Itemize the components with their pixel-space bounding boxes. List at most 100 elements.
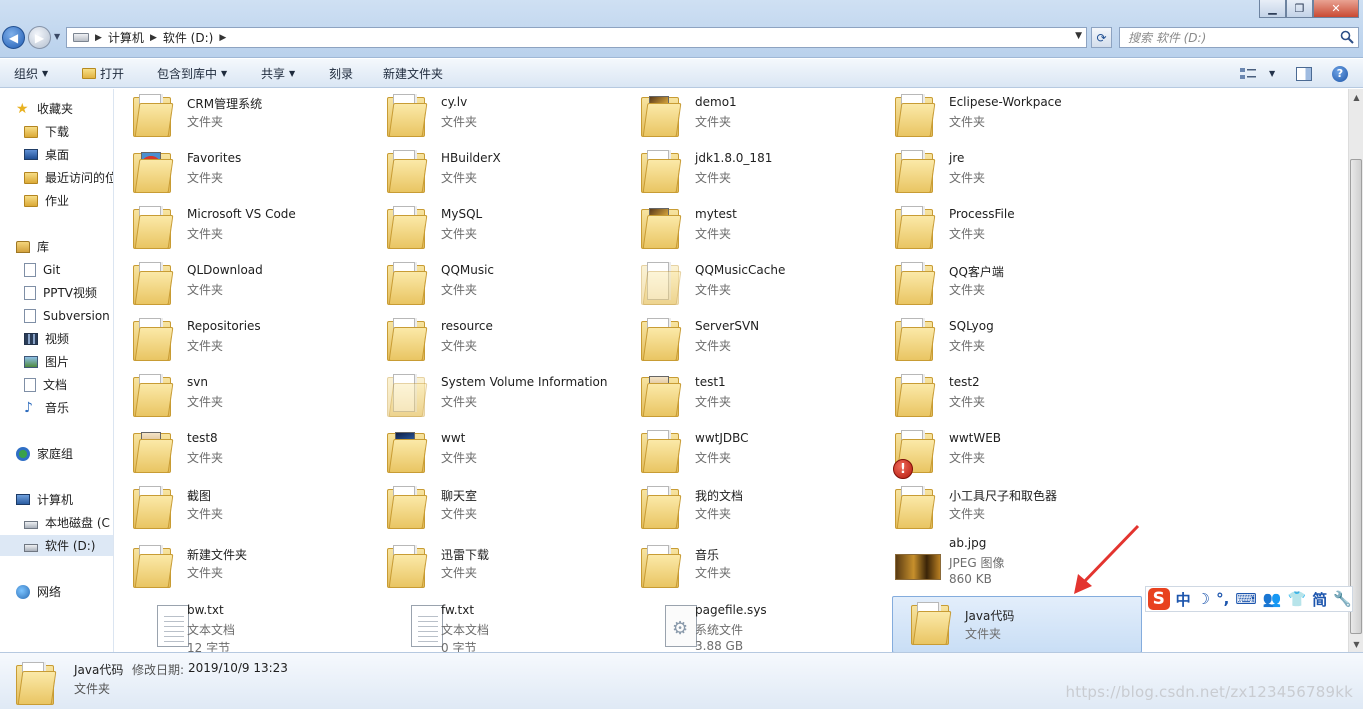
file-item[interactable]: HBuilderX 文件夹 — [369, 145, 619, 201]
organize-button[interactable]: 组织 ▼ — [14, 65, 48, 82]
sidebar-item[interactable]: 库 — [0, 236, 113, 257]
moon-icon[interactable]: ☽ — [1197, 590, 1210, 608]
file-item[interactable]: QQMusicCache 文件夹 — [623, 257, 873, 313]
file-type: JPEG 图像 — [949, 556, 1005, 570]
sidebar-item[interactable]: 本地磁盘 (C — [0, 512, 113, 533]
file-item[interactable]: ⚙ pagefile.sys 系统文件 3.88 GB — [623, 597, 873, 652]
users-icon[interactable]: 👥 — [1263, 590, 1282, 608]
new-folder-button[interactable]: 新建文件夹 — [383, 65, 443, 82]
breadcrumb-separator-icon[interactable]: ▶ — [150, 33, 157, 43]
history-dropdown-icon[interactable]: ▼ — [54, 32, 60, 41]
settings-wrench-icon[interactable]: 🔧 — [1333, 590, 1352, 608]
sidebar-item[interactable]: 文档 — [0, 374, 113, 395]
file-item[interactable]: test2 文件夹 — [877, 369, 1127, 425]
scroll-down-icon[interactable]: ▼ — [1349, 636, 1363, 652]
sidebar-item[interactable]: Subversion — [0, 305, 113, 326]
sidebar-item[interactable]: 最近访问的位 — [0, 167, 113, 188]
close-button[interactable]: ✕ — [1313, 0, 1359, 18]
sidebar-item[interactable]: 家庭组 — [0, 443, 113, 464]
file-item[interactable]: Java代码 文件夹 — [892, 596, 1142, 652]
file-item[interactable]: 截图 文件夹 — [115, 481, 365, 537]
file-item[interactable]: demo1 文件夹 — [623, 89, 873, 145]
change-view-button[interactable]: ▼ — [1240, 65, 1275, 82]
address-dropdown-icon[interactable]: ▼ — [1075, 31, 1082, 41]
sidebar-item[interactable]: 作业 — [0, 190, 113, 211]
sidebar-item[interactable]: Git — [0, 259, 113, 280]
file-name: svn — [187, 375, 208, 389]
file-item[interactable]: ProcessFile 文件夹 — [877, 201, 1127, 257]
vertical-scrollbar[interactable]: ▲ ▼ — [1348, 89, 1363, 652]
file-item[interactable]: Eclipese-Workpace 文件夹 — [877, 89, 1127, 145]
burn-button[interactable]: 刻录 — [329, 65, 353, 82]
help-button[interactable]: ? — [1332, 65, 1348, 82]
file-item[interactable]: 新建文件夹 文件夹 — [115, 540, 365, 596]
file-item[interactable]: Microsoft VS Code 文件夹 — [115, 201, 365, 257]
file-item[interactable]: jre 文件夹 — [877, 145, 1127, 201]
sidebar-item[interactable]: PPTV视频 — [0, 282, 113, 303]
sogou-logo-icon[interactable]: S — [1148, 588, 1170, 610]
scroll-thumb[interactable] — [1350, 159, 1362, 634]
maximize-button[interactable]: ❐ — [1286, 0, 1313, 18]
file-item[interactable]: ServerSVN 文件夹 — [623, 313, 873, 369]
file-item[interactable]: resource 文件夹 — [369, 313, 619, 369]
file-item[interactable]: 迅雷下载 文件夹 — [369, 540, 619, 596]
address-bar[interactable]: ▶ 计算机 ▶ 软件 (D:) ▶ ▼ — [66, 27, 1087, 48]
sidebar-item[interactable]: 下载 — [0, 121, 113, 142]
file-item[interactable]: wwt 文件夹 — [369, 425, 619, 481]
file-item[interactable]: 音乐 文件夹 — [623, 540, 873, 596]
breadcrumb-separator-icon[interactable]: ▶ — [219, 33, 226, 43]
chinese-mode-icon[interactable]: 中 — [1176, 589, 1191, 610]
file-item[interactable]: 我的文档 文件夹 — [623, 481, 873, 537]
refresh-icon: ⟳ — [1096, 30, 1107, 45]
file-item[interactable]: Repositories 文件夹 — [115, 313, 365, 369]
chevron-down-icon[interactable]: ▼ — [1269, 69, 1275, 78]
open-button[interactable]: 打开 — [82, 65, 124, 82]
sidebar-item[interactable]: ★ 收藏夹 — [0, 98, 113, 119]
keyboard-icon[interactable]: ⌨ — [1235, 590, 1257, 608]
sidebar-item[interactable]: 计算机 — [0, 489, 113, 510]
sidebar-item[interactable]: ♪ 音乐 — [0, 397, 113, 418]
preview-pane-button[interactable] — [1296, 65, 1312, 82]
file-item[interactable]: test8 文件夹 — [115, 425, 365, 481]
file-item[interactable]: test1 文件夹 — [623, 369, 873, 425]
simplified-icon[interactable]: 简 — [1312, 589, 1327, 610]
file-item[interactable]: ! wwtWEB 文件夹 — [877, 425, 1127, 481]
breadcrumb-separator-icon[interactable]: ▶ — [95, 33, 102, 43]
file-item[interactable]: wwtJDBC 文件夹 — [623, 425, 873, 481]
back-button[interactable]: ◀ — [2, 26, 25, 49]
share-button[interactable]: 共享 ▼ — [261, 65, 295, 82]
file-item[interactable]: QQMusic 文件夹 — [369, 257, 619, 313]
file-item[interactable]: SQLyog 文件夹 — [877, 313, 1127, 369]
breadcrumb-computer[interactable]: 计算机 — [108, 29, 144, 46]
sidebar-item[interactable]: 图片 — [0, 351, 113, 372]
file-item[interactable]: QLDownload 文件夹 — [115, 257, 365, 313]
file-item[interactable]: cy.lv 文件夹 — [369, 89, 619, 145]
sidebar-item[interactable]: 视频 — [0, 328, 113, 349]
file-item[interactable]: 聊天室 文件夹 — [369, 481, 619, 537]
file-item[interactable]: CRM管理系统 文件夹 — [115, 89, 365, 145]
punctuation-icon[interactable]: °, — [1216, 590, 1229, 608]
include-library-button[interactable]: 包含到库中 ▼ — [157, 65, 227, 82]
file-item[interactable]: jdk1.8.0_181 文件夹 — [623, 145, 873, 201]
file-item[interactable]: mytest 文件夹 — [623, 201, 873, 257]
minimize-button[interactable]: ▁ — [1259, 0, 1286, 18]
file-item[interactable]: System Volume Information 文件夹 — [369, 369, 619, 425]
file-item[interactable]: fw.txt 文本文档 0 字节 — [369, 597, 619, 652]
search-input[interactable]: 搜索 软件 (D:) — [1119, 27, 1359, 48]
file-name: ServerSVN — [695, 319, 760, 333]
folder-icon — [641, 261, 682, 305]
file-item[interactable]: MySQL 文件夹 — [369, 201, 619, 257]
refresh-button[interactable]: ⟳ — [1091, 27, 1112, 48]
scroll-up-icon[interactable]: ▲ — [1349, 89, 1363, 105]
sidebar-item[interactable]: 桌面 — [0, 144, 113, 165]
file-item[interactable]: Favorites 文件夹 — [115, 145, 365, 201]
skin-icon[interactable]: 👕 — [1288, 590, 1307, 608]
file-item[interactable]: svn 文件夹 — [115, 369, 365, 425]
breadcrumb-drive-d[interactable]: 软件 (D:) — [163, 29, 213, 46]
sidebar-item[interactable]: 软件 (D:) — [0, 535, 113, 556]
forward-button[interactable]: ▶ — [28, 26, 51, 49]
file-item[interactable]: QQ客户端 文件夹 — [877, 257, 1127, 313]
sidebar-item[interactable]: 网络 — [0, 581, 113, 602]
search-icon[interactable] — [1340, 30, 1354, 44]
file-item[interactable]: bw.txt 文本文档 12 字节 — [115, 597, 365, 652]
